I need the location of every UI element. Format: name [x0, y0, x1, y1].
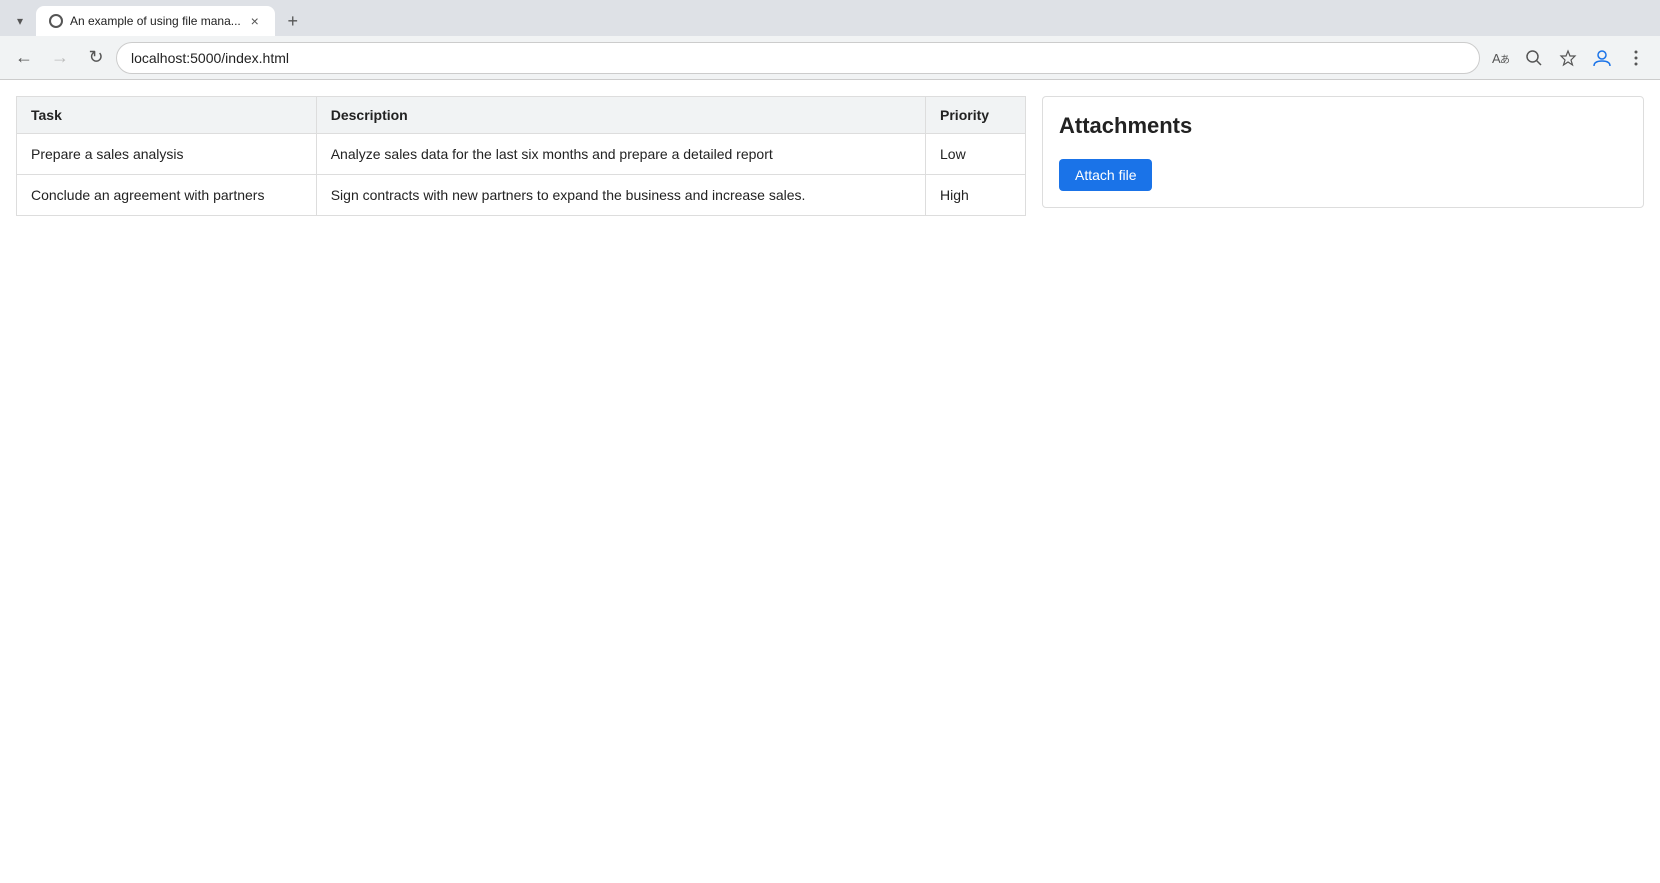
new-tab-button[interactable]: + — [279, 7, 307, 35]
attachments-panel: Attachments Attach file — [1042, 96, 1644, 208]
priority-cell: High — [926, 175, 1026, 216]
nav-right-buttons: A あ — [1484, 42, 1652, 74]
table-row: Prepare a sales analysisAnalyze sales da… — [17, 134, 1026, 175]
task-cell: Prepare a sales analysis — [17, 134, 317, 175]
refresh-button[interactable]: ↻ — [80, 42, 112, 74]
table-row: Conclude an agreement with partnersSign … — [17, 175, 1026, 216]
table-header-description: Description — [316, 97, 925, 134]
translate-icon: A あ — [1490, 48, 1510, 68]
page-content: Task Description Priority Prepare a sale… — [0, 80, 1660, 232]
table-header-task: Task — [17, 97, 317, 134]
search-button[interactable] — [1518, 42, 1550, 74]
tab-close-button[interactable]: × — [247, 13, 263, 29]
menu-button[interactable] — [1620, 42, 1652, 74]
tab-dropdown-icon: ▾ — [17, 14, 23, 28]
search-icon — [1525, 49, 1543, 67]
address-bar[interactable] — [116, 42, 1480, 74]
tab-favicon — [48, 13, 64, 29]
favorite-button[interactable] — [1552, 42, 1584, 74]
attach-file-button[interactable]: Attach file — [1059, 159, 1152, 191]
description-cell: Analyze sales data for the last six mont… — [316, 134, 925, 175]
browser-chrome: ▾ An example of using file mana... × + ←… — [0, 0, 1660, 80]
active-tab[interactable]: An example of using file mana... × — [36, 6, 275, 36]
priority-cell: Low — [926, 134, 1026, 175]
forward-button[interactable]: → — [44, 42, 76, 74]
nav-bar: ← → ↻ A あ — [0, 36, 1660, 80]
profile-icon — [1592, 48, 1612, 68]
tab-bar: ▾ An example of using file mana... × + — [0, 0, 1660, 36]
menu-icon — [1627, 49, 1645, 67]
svg-text:あ: あ — [1500, 54, 1510, 66]
task-cell: Conclude an agreement with partners — [17, 175, 317, 216]
tab-label: An example of using file mana... — [70, 14, 241, 28]
profile-button[interactable] — [1586, 42, 1618, 74]
back-button[interactable]: ← — [8, 42, 40, 74]
table-header-priority: Priority — [926, 97, 1026, 134]
description-cell: Sign contracts with new partners to expa… — [316, 175, 925, 216]
favicon-circle — [49, 14, 63, 28]
attachments-title: Attachments — [1059, 113, 1627, 139]
translate-button[interactable]: A あ — [1484, 42, 1516, 74]
star-icon — [1559, 49, 1577, 67]
task-table: Task Description Priority Prepare a sale… — [16, 96, 1026, 216]
tab-strip: An example of using file mana... × + — [36, 6, 307, 36]
tab-dropdown-button[interactable]: ▾ — [8, 9, 32, 33]
